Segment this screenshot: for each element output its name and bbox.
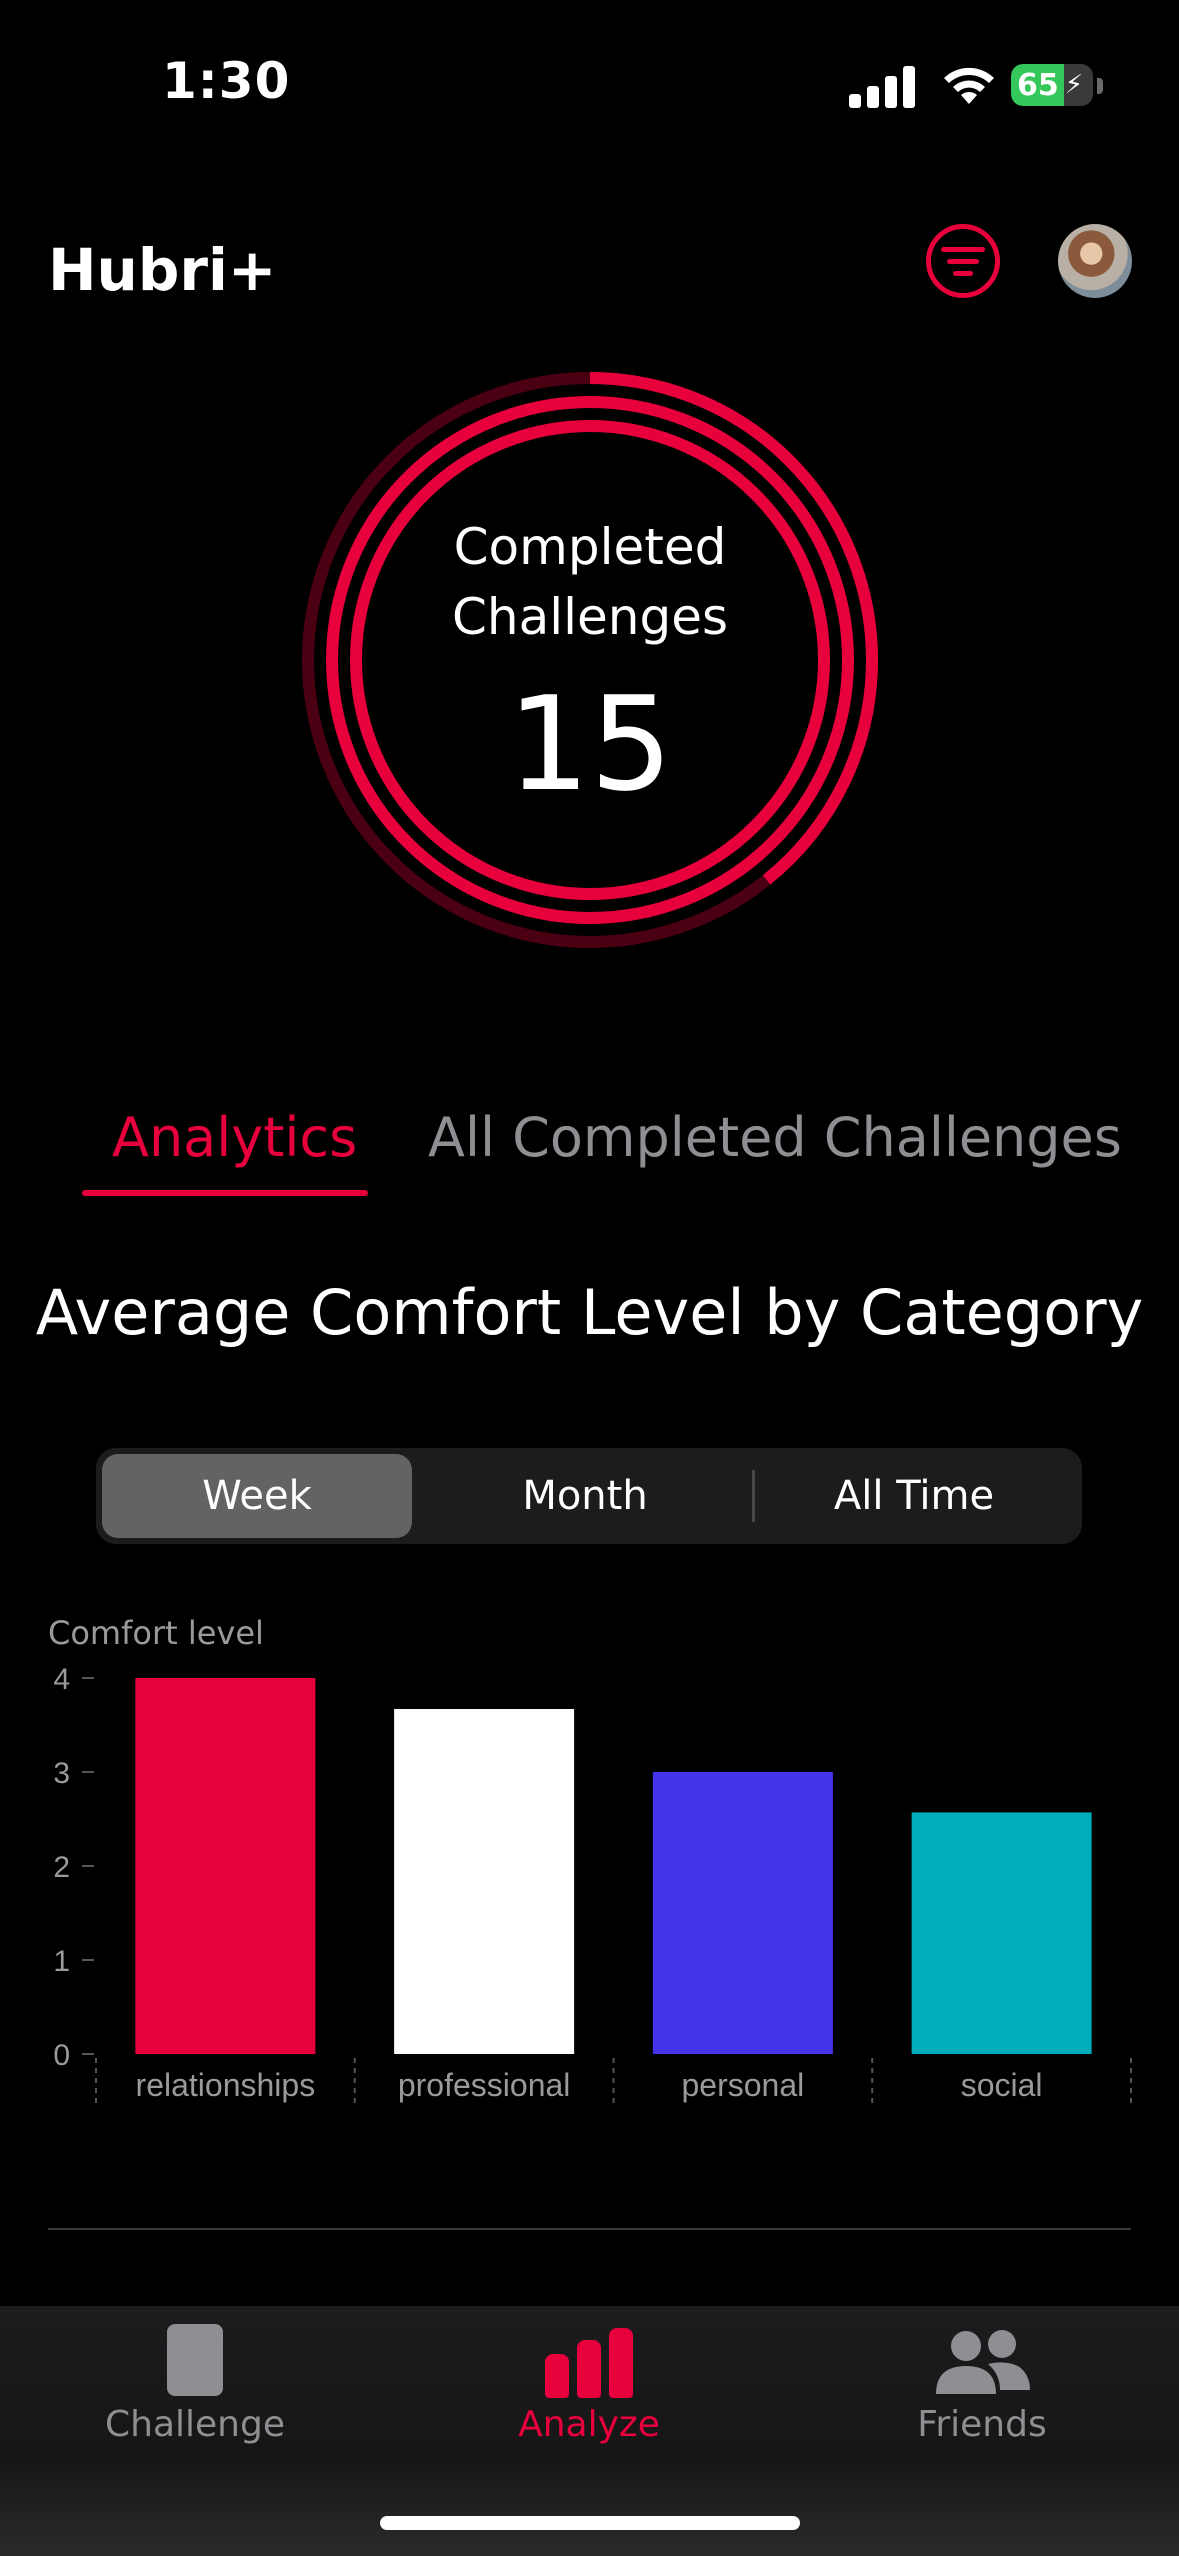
completed-challenges-ring: Completed Challenges 15 [298, 368, 882, 952]
signal-icon [849, 66, 915, 108]
wifi-icon [944, 67, 994, 104]
y-tick-label: 4 [53, 1663, 70, 1696]
divider-line [48, 2228, 1131, 2230]
x-tick-label: personal [682, 2067, 805, 2103]
filter-icon[interactable] [926, 224, 1000, 298]
status-time: 1:30 [162, 52, 291, 110]
x-tick-label: relationships [136, 2067, 316, 2103]
tabbar-challenge-label: Challenge [105, 2404, 285, 2445]
charging-bolt-icon: ⚡ [1064, 70, 1083, 100]
segment-week[interactable]: Week [102, 1454, 412, 1538]
y-tick-label: 0 [53, 2039, 70, 2072]
bar-professional[interactable] [394, 1709, 575, 2054]
y-tick-label: 2 [53, 1851, 70, 1884]
ring-label-line1: Completed [453, 518, 727, 576]
tabbar-friends[interactable]: Friends [822, 2306, 1142, 2506]
battery-icon: 65 ⚡ [1011, 64, 1093, 106]
bar-social[interactable] [911, 1812, 1092, 2054]
segment-month[interactable]: Month [426, 1454, 744, 1538]
ring-label-line2: Challenges [451, 588, 729, 646]
bar-chart-icon [545, 2328, 633, 2398]
segment-all-time[interactable]: All Time [752, 1454, 1076, 1538]
x-tick-label: social [961, 2067, 1043, 2103]
x-tick-label: professional [398, 2067, 571, 2103]
tabbar-friends-label: Friends [917, 2404, 1047, 2445]
status-icons: 65 ⚡ [849, 58, 1179, 118]
tabbar-analyze-label: Analyze [518, 2404, 660, 2445]
battery-level: 65 [1017, 68, 1059, 103]
bar-personal[interactable] [652, 1772, 833, 2054]
tab-analytics[interactable]: Analytics [112, 1106, 357, 1169]
tabbar-analyze[interactable]: Analyze [429, 2306, 749, 2506]
completed-count: 15 [507, 668, 673, 820]
time-range-segmented-control: Week Month All Time [96, 1448, 1082, 1544]
app-title: Hubri+ [48, 236, 277, 304]
section-title: Average Comfort Level by Category [35, 1276, 1144, 1349]
tabbar-challenge[interactable]: Challenge [35, 2306, 355, 2506]
tab-all-completed-challenges[interactable]: All Completed Challenges [428, 1106, 1122, 1169]
card-icon [167, 2324, 223, 2396]
home-indicator [380, 2516, 800, 2530]
active-tab-underline [82, 1190, 368, 1196]
y-tick-label: 3 [53, 1757, 70, 1790]
y-tick-label: 1 [53, 1945, 70, 1978]
people-icon [936, 2330, 1030, 2394]
avatar[interactable] [1058, 224, 1132, 298]
bar-relationships[interactable] [135, 1678, 316, 2054]
comfort-bar-chart: 0 1 2 3 4 relationships professional personal so… [53, 1663, 1132, 2104]
progress-rings [302, 372, 878, 948]
